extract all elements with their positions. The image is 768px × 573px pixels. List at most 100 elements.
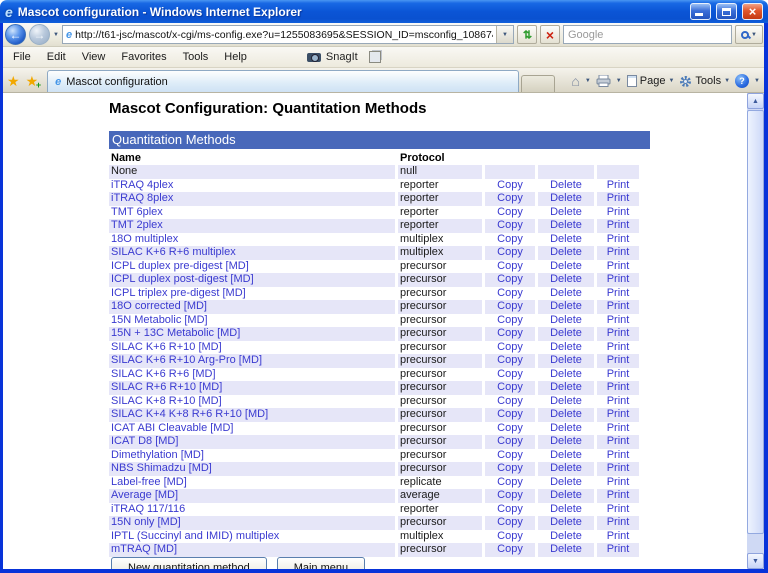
print-link[interactable]: Print	[607, 543, 630, 555]
copy-link[interactable]: Copy	[497, 381, 523, 393]
delete-link[interactable]: Delete	[550, 354, 582, 366]
method-link[interactable]: 15N only [MD]	[111, 516, 181, 528]
print-link[interactable]: Print	[607, 341, 630, 353]
delete-link[interactable]: Delete	[550, 192, 582, 204]
refresh-button[interactable]: ⇄	[516, 25, 537, 44]
print-link[interactable]: Print	[607, 381, 630, 393]
print-link[interactable]: Print	[607, 422, 630, 434]
print-link[interactable]: Print	[607, 273, 630, 285]
method-link[interactable]: 18O corrected [MD]	[111, 300, 207, 312]
favorites-center-button[interactable]: ★	[7, 73, 20, 89]
copy-link[interactable]: Copy	[497, 368, 523, 380]
menu-edit[interactable]: Edit	[39, 48, 74, 66]
print-link[interactable]: Print	[607, 314, 630, 326]
method-link[interactable]: Label-free [MD]	[111, 476, 187, 488]
delete-link[interactable]: Delete	[550, 341, 582, 353]
copy-link[interactable]: Copy	[497, 192, 523, 204]
print-dropdown-icon[interactable]: ▼	[616, 78, 622, 84]
print-link[interactable]: Print	[607, 300, 630, 312]
copy-link[interactable]: Copy	[497, 287, 523, 299]
print-link[interactable]: Print	[607, 206, 630, 218]
delete-link[interactable]: Delete	[550, 516, 582, 528]
print-link[interactable]: Print	[607, 260, 630, 272]
method-link[interactable]: 18O multiplex	[111, 233, 178, 245]
delete-link[interactable]: Delete	[550, 287, 582, 299]
url-input[interactable]	[75, 27, 493, 42]
delete-link[interactable]: Delete	[550, 530, 582, 542]
snagit-capture-icon[interactable]	[368, 51, 381, 63]
print-link[interactable]: Print	[607, 192, 630, 204]
method-link[interactable]: iTRAQ 8plex	[111, 192, 173, 204]
delete-link[interactable]: Delete	[550, 219, 582, 231]
print-link[interactable]: Print	[607, 354, 630, 366]
method-link[interactable]: TMT 2plex	[111, 219, 163, 231]
print-link[interactable]: Print	[607, 449, 630, 461]
method-link[interactable]: NBS Shimadzu [MD]	[111, 462, 212, 474]
minimize-button[interactable]	[690, 3, 711, 20]
delete-link[interactable]: Delete	[550, 462, 582, 474]
maximize-button[interactable]	[716, 3, 737, 20]
copy-link[interactable]: Copy	[497, 354, 523, 366]
print-link[interactable]: Print	[607, 368, 630, 380]
snagit-button[interactable]: SnagIt	[326, 51, 358, 63]
home-button[interactable]: ⌂	[571, 74, 579, 88]
copy-link[interactable]: Copy	[497, 503, 523, 515]
copy-link[interactable]: Copy	[497, 530, 523, 542]
method-link[interactable]: Average [MD]	[111, 489, 178, 501]
method-link[interactable]: IPTL (Succinyl and IMID) multiplex	[111, 530, 279, 542]
main-menu-button[interactable]: Main menu	[276, 557, 366, 569]
close-button[interactable]: ×	[742, 3, 763, 20]
menu-file[interactable]: File	[5, 48, 39, 66]
print-link[interactable]: Print	[607, 395, 630, 407]
new-tab-button[interactable]	[521, 75, 556, 92]
delete-link[interactable]: Delete	[550, 314, 582, 326]
method-link[interactable]: SILAC K+6 R+10 [MD]	[111, 341, 222, 353]
method-link[interactable]: SILAC R+6 R+10 [MD]	[111, 381, 222, 393]
delete-link[interactable]: Delete	[550, 395, 582, 407]
stop-button[interactable]: ×	[539, 25, 560, 44]
method-link[interactable]: ICPL duplex post-digest [MD]	[111, 273, 254, 285]
search-go-button[interactable]: ▼	[735, 25, 763, 44]
method-link[interactable]: mTRAQ [MD]	[111, 543, 177, 555]
history-dropdown-icon[interactable]: ▼	[53, 32, 59, 38]
method-link[interactable]: iTRAQ 117/116	[111, 503, 185, 515]
delete-link[interactable]: Delete	[550, 206, 582, 218]
forward-button[interactable]: →	[29, 24, 50, 45]
delete-link[interactable]: Delete	[550, 449, 582, 461]
copy-link[interactable]: Copy	[497, 300, 523, 312]
copy-link[interactable]: Copy	[497, 449, 523, 461]
print-link[interactable]: Print	[607, 408, 630, 420]
page-menu-button[interactable]: Page ▼	[626, 75, 674, 87]
back-button[interactable]: ←	[5, 24, 26, 45]
copy-link[interactable]: Copy	[497, 314, 523, 326]
scrollbar-down-button[interactable]: ▼	[747, 553, 764, 569]
help-dropdown-icon[interactable]: ▼	[754, 78, 760, 84]
delete-link[interactable]: Delete	[550, 435, 582, 447]
copy-link[interactable]: Copy	[497, 435, 523, 447]
print-link[interactable]: Print	[607, 489, 630, 501]
menu-help[interactable]: Help	[216, 48, 255, 66]
tab-mascot-configuration[interactable]: e Mascot configuration	[47, 70, 520, 92]
delete-link[interactable]: Delete	[550, 543, 582, 555]
copy-link[interactable]: Copy	[497, 233, 523, 245]
copy-link[interactable]: Copy	[497, 206, 523, 218]
method-link[interactable]: iTRAQ 4plex	[111, 179, 173, 191]
delete-link[interactable]: Delete	[550, 300, 582, 312]
method-link[interactable]: SILAC K+6 R+6 [MD]	[111, 368, 216, 380]
copy-link[interactable]: Copy	[497, 543, 523, 555]
delete-link[interactable]: Delete	[550, 381, 582, 393]
copy-link[interactable]: Copy	[497, 408, 523, 420]
method-link[interactable]: ICAT ABI Cleavable [MD]	[111, 422, 233, 434]
search-box[interactable]	[562, 25, 732, 44]
copy-link[interactable]: Copy	[497, 260, 523, 272]
search-input[interactable]	[567, 28, 727, 41]
delete-link[interactable]: Delete	[550, 327, 582, 339]
vertical-scrollbar[interactable]: ▲ ▼	[747, 93, 764, 569]
help-button[interactable]: ?	[735, 74, 750, 88]
print-link[interactable]: Print	[607, 476, 630, 488]
address-field[interactable]: e ▼	[61, 25, 514, 44]
delete-link[interactable]: Delete	[550, 233, 582, 245]
copy-link[interactable]: Copy	[497, 219, 523, 231]
menu-favorites[interactable]: Favorites	[113, 48, 174, 66]
print-link[interactable]: Print	[607, 287, 630, 299]
